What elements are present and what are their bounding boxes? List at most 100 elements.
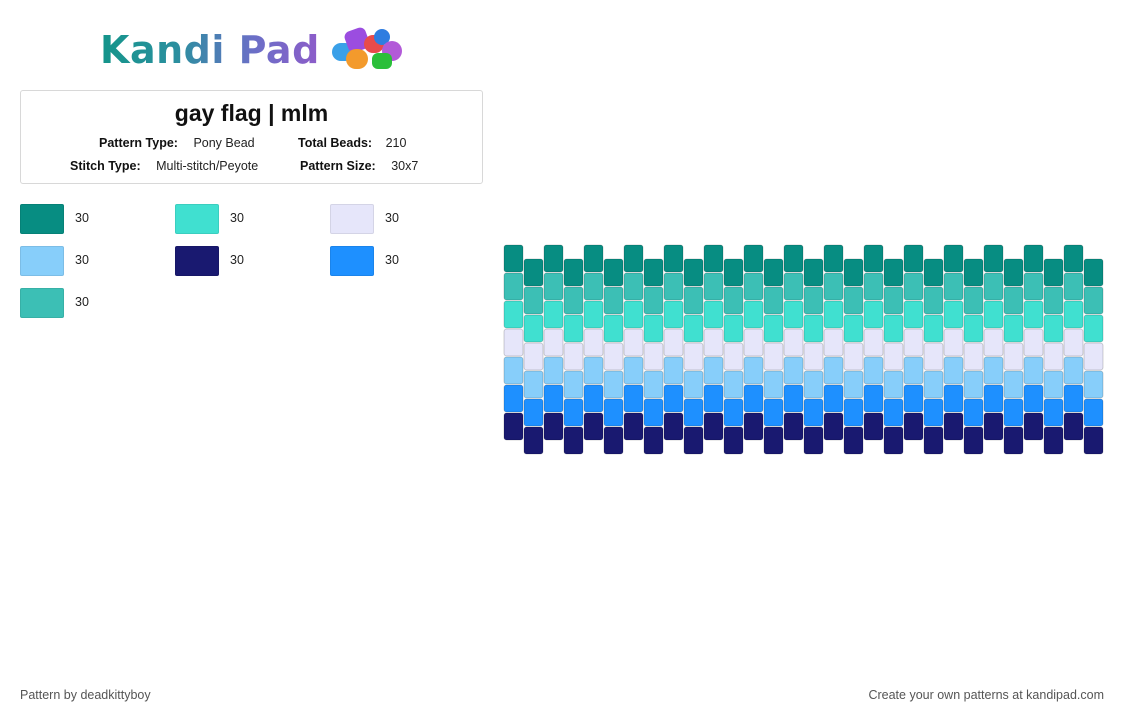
bead (903, 244, 924, 273)
pattern-type-row: Pattern Type: Pony Bead (99, 136, 255, 150)
color-swatch[interactable] (175, 246, 219, 276)
bead (583, 384, 604, 413)
bead (543, 272, 564, 301)
bead (703, 300, 724, 329)
bead (603, 426, 624, 455)
color-swatch[interactable] (330, 204, 374, 234)
bead (783, 328, 804, 357)
bead (823, 384, 844, 413)
bead (503, 244, 524, 273)
bead (863, 356, 884, 385)
bead (503, 384, 524, 413)
bead (843, 342, 864, 371)
bead (703, 272, 724, 301)
pattern-size-label: Pattern Size: (300, 159, 376, 173)
bead (563, 258, 584, 287)
bead (963, 258, 984, 287)
bead (983, 328, 1004, 357)
bead (603, 342, 624, 371)
bead (1063, 356, 1084, 385)
bead (623, 384, 644, 413)
bead (883, 286, 904, 315)
stitch-type-value: Multi-stitch/Peyote (156, 159, 259, 173)
bead (1043, 426, 1064, 455)
bead (963, 426, 984, 455)
bead (623, 272, 644, 301)
bead (883, 426, 904, 455)
bead (723, 398, 744, 427)
bead (783, 300, 804, 329)
pattern-title: gay flag | mlm (174, 100, 329, 126)
bead (943, 412, 964, 441)
kandipad-link[interactable]: Create your own patterns at kandipad.com (868, 688, 1104, 702)
color-swatch[interactable] (20, 246, 64, 276)
bead (1043, 342, 1064, 371)
bead (543, 300, 564, 329)
color-swatch[interactable] (330, 246, 374, 276)
bead (983, 384, 1004, 413)
bead (1063, 328, 1084, 357)
bead (703, 244, 724, 273)
bead (803, 258, 824, 287)
bead (883, 314, 904, 343)
bead (1083, 426, 1104, 455)
bead (903, 272, 924, 301)
bead (583, 244, 604, 273)
bead (723, 314, 744, 343)
bead (643, 286, 664, 315)
bead (583, 300, 604, 329)
bead (543, 356, 564, 385)
bead (863, 244, 884, 273)
bead (823, 272, 844, 301)
bead (963, 286, 984, 315)
color-swatch[interactable] (175, 204, 219, 234)
bead (1003, 426, 1024, 455)
kandipad-logo[interactable]: Kandi Pad (100, 22, 410, 78)
bead (1063, 244, 1084, 273)
bead (1023, 356, 1044, 385)
bead (823, 412, 844, 441)
bead (1023, 384, 1044, 413)
pattern-size-value: 30x7 (391, 159, 419, 173)
bead (1003, 398, 1024, 427)
bead (643, 370, 664, 399)
bead (523, 342, 544, 371)
bead (663, 384, 684, 413)
bead (503, 272, 524, 301)
bead (723, 258, 744, 287)
bead (523, 286, 544, 315)
bead (943, 356, 964, 385)
bead (523, 314, 544, 343)
bead (923, 398, 944, 427)
color-swatch[interactable] (20, 288, 64, 318)
bead (503, 328, 524, 357)
bead (783, 244, 804, 273)
bead (543, 328, 564, 357)
bead (1043, 286, 1064, 315)
bead (503, 300, 524, 329)
bead (663, 356, 684, 385)
color-swatch[interactable] (20, 204, 64, 234)
stitch-type-row: Stitch Type: Multi-stitch/Peyote (70, 159, 258, 173)
bead (583, 328, 604, 357)
color-count: 30 (230, 253, 244, 267)
bead (703, 384, 724, 413)
bead (903, 300, 924, 329)
color-count: 30 (75, 295, 89, 309)
bead (683, 286, 704, 315)
bead (703, 412, 724, 441)
bead (603, 370, 624, 399)
bead (803, 426, 824, 455)
bead (1083, 342, 1104, 371)
bead (1023, 272, 1044, 301)
bead (1083, 258, 1104, 287)
bead (803, 342, 824, 371)
bead (543, 412, 564, 441)
total-beads-value: 210 (385, 136, 407, 150)
bead (823, 356, 844, 385)
bead (963, 398, 984, 427)
bead (963, 370, 984, 399)
bead (803, 314, 824, 343)
bead (943, 328, 964, 357)
bead (1083, 398, 1104, 427)
